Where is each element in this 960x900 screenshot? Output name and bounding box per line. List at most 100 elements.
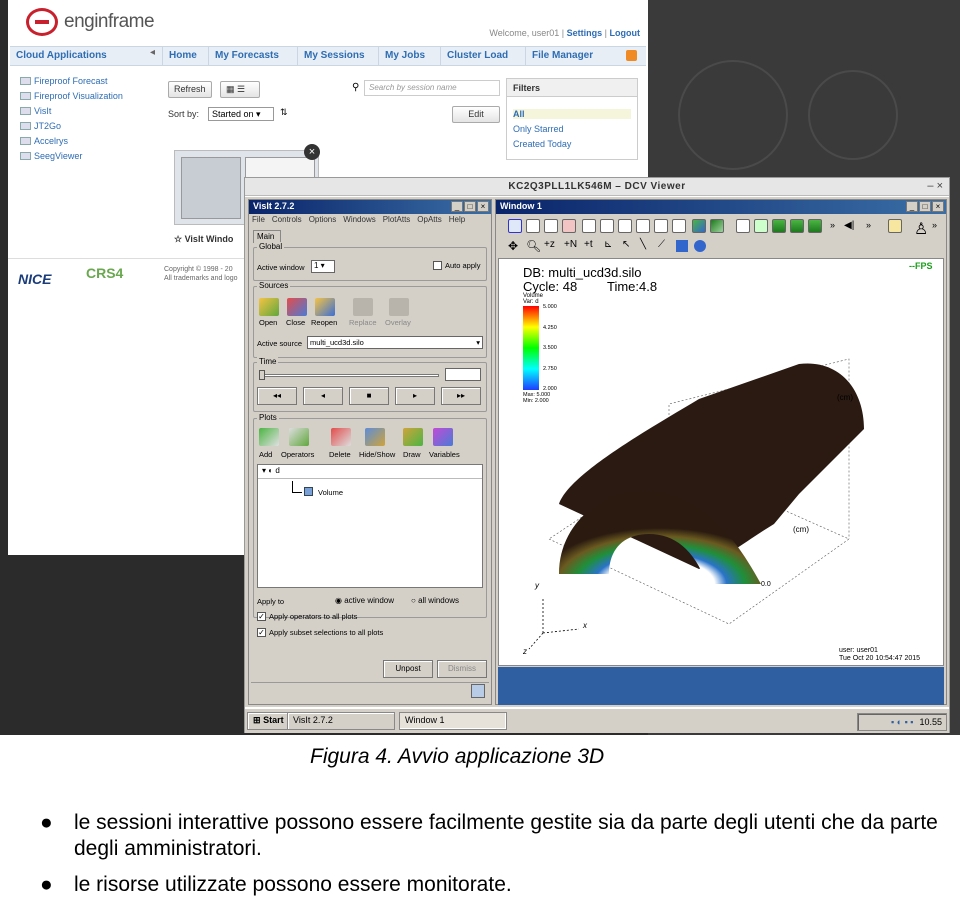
hide-show-button[interactable]: Hide/Show xyxy=(359,450,395,459)
toolbar-icon[interactable]: ♙ xyxy=(914,219,928,238)
tab-cluster-load[interactable]: Cluster Load xyxy=(440,47,514,65)
reopen-icon[interactable] xyxy=(315,298,335,316)
filter-created-today[interactable]: Created Today xyxy=(513,139,571,149)
sort-select[interactable]: Started on ▾ xyxy=(208,107,274,121)
close-icon[interactable]: × xyxy=(932,201,944,212)
toolbar-icon[interactable]: ↖ xyxy=(622,239,630,250)
variables-button[interactable]: Variables xyxy=(429,450,460,459)
window1-buttons[interactable]: _ □ × xyxy=(905,201,944,212)
output-indicator-icon[interactable] xyxy=(471,684,485,698)
zoom-icon[interactable]: 🔍︎ xyxy=(526,239,541,253)
list-view-icon[interactable]: ☰ xyxy=(237,84,245,94)
eye-icon[interactable]: ◐ xyxy=(268,466,273,475)
start-button[interactable]: ⊞ Start xyxy=(247,712,290,730)
unpost-button[interactable]: Unpost xyxy=(383,660,433,678)
plot-item-volume[interactable]: Volume xyxy=(318,488,343,497)
apply-subset-checkbox[interactable]: ✓ xyxy=(257,628,266,637)
plot-list[interactable]: ▾ ◐ d Volume xyxy=(257,464,483,588)
apply-operators-checkbox[interactable]: ✓ xyxy=(257,612,266,621)
grid-view-icon[interactable]: ▦ xyxy=(226,84,235,94)
toolbar-icon[interactable] xyxy=(676,240,688,252)
tab-my-jobs[interactable]: My Jobs xyxy=(378,47,431,65)
tab-home[interactable]: Home xyxy=(162,47,203,65)
active-window-select[interactable]: 1 ▾ xyxy=(311,260,335,273)
reverse-play-button[interactable]: ◂ xyxy=(303,387,343,405)
settings-link[interactable]: Settings xyxy=(567,28,603,38)
view-toggle[interactable]: ▦ ☰ xyxy=(220,81,260,98)
refresh-button[interactable]: Refresh xyxy=(168,81,212,98)
active-window-radio[interactable]: ◉ active window xyxy=(335,596,394,605)
step-back-button[interactable]: ◂◂ xyxy=(257,387,297,405)
time-slider-handle[interactable] xyxy=(259,370,265,380)
taskbar-item-visit[interactable]: VisIt 2.7.2 xyxy=(287,712,395,730)
menu-help[interactable]: Help xyxy=(449,215,465,224)
variables-icon[interactable] xyxy=(433,428,453,446)
toolbar-icon[interactable]: ╲ xyxy=(640,239,646,250)
menu-file[interactable]: File xyxy=(252,215,265,224)
tab-my-forecasts[interactable]: My Forecasts xyxy=(208,47,285,65)
minimize-icon[interactable]: _ xyxy=(451,201,463,212)
menu-windows[interactable]: Windows xyxy=(343,215,375,224)
layout-icon[interactable] xyxy=(654,219,668,233)
toolbar-icon[interactable] xyxy=(754,219,768,233)
sidebar-item-accelrys[interactable]: Accelrys xyxy=(20,136,68,146)
open-button[interactable]: Open xyxy=(259,318,277,327)
time-field[interactable] xyxy=(445,368,481,381)
render-canvas[interactable]: DB: multi_ucd3d.silo Cycle: 48 Time:4.8 … xyxy=(498,258,944,666)
operators-icon[interactable] xyxy=(289,428,309,446)
menu-opatts[interactable]: OpAtts xyxy=(417,215,441,224)
add-button[interactable]: Add xyxy=(259,450,272,459)
tray-icons[interactable]: ▪ ◐ ▪ ▪ xyxy=(891,717,914,727)
toolbar-icon[interactable] xyxy=(526,219,540,233)
time-slider[interactable] xyxy=(259,374,439,377)
toolbar-icon[interactable] xyxy=(808,219,822,233)
add-plot-icon[interactable] xyxy=(259,428,279,446)
minimize-icon[interactable]: _ xyxy=(906,201,918,212)
toolbar-icon[interactable] xyxy=(790,219,804,233)
open-icon[interactable] xyxy=(259,298,279,316)
toolbar-icon[interactable] xyxy=(710,219,724,233)
pick-icon[interactable]: +t xyxy=(584,239,593,250)
toolbar-icon[interactable]: ⟋ xyxy=(658,239,665,250)
window-controls[interactable]: – × xyxy=(927,180,943,192)
toolbar-icon[interactable] xyxy=(694,240,706,252)
toolbar-icon[interactable] xyxy=(736,219,750,233)
layout-icon[interactable] xyxy=(582,219,596,233)
sidebar-item-fireproof-visualization[interactable]: Fireproof Visualization xyxy=(20,91,123,101)
pick-icon[interactable]: +N xyxy=(564,239,577,250)
search-input[interactable]: Search by session name xyxy=(364,80,500,96)
toolbar-icon[interactable] xyxy=(508,219,522,233)
edit-button[interactable]: Edit xyxy=(452,106,500,123)
star-icon[interactable]: ☆ xyxy=(174,234,182,244)
toolbar-icon[interactable] xyxy=(562,219,576,233)
play-button[interactable]: ▸ xyxy=(395,387,435,405)
stop-button[interactable]: ■ xyxy=(349,387,389,405)
maximize-icon[interactable]: □ xyxy=(919,201,931,212)
close-icon[interactable]: × xyxy=(477,201,489,212)
more-icon[interactable]: » xyxy=(830,220,835,230)
navigate-icon[interactable]: ✥ xyxy=(508,239,518,253)
session-label[interactable]: ☆ VisIt Windo xyxy=(174,234,233,245)
step-forward-button[interactable]: ▸▸ xyxy=(441,387,481,405)
taskbar-item-window1[interactable]: Window 1 xyxy=(399,712,507,730)
all-windows-radio[interactable]: ○ all windows xyxy=(411,596,459,605)
toolbar-icon[interactable] xyxy=(544,219,558,233)
previous-icon[interactable]: ◀| xyxy=(844,220,854,231)
maximize-icon[interactable]: □ xyxy=(464,201,476,212)
sidebar-item-jt2go[interactable]: JT2Go xyxy=(20,121,61,131)
tab-my-sessions[interactable]: My Sessions xyxy=(297,47,371,65)
toolbar-icon[interactable]: ⊾ xyxy=(604,239,612,250)
sidebar-item-seegviewer[interactable]: SeegViewer xyxy=(20,151,82,161)
close-source-icon[interactable] xyxy=(287,298,307,316)
layout-icon[interactable] xyxy=(618,219,632,233)
menu-options[interactable]: Options xyxy=(309,215,337,224)
filter-only-starred[interactable]: Only Starred xyxy=(513,124,564,134)
layout-icon[interactable] xyxy=(672,219,686,233)
sort-order-icon[interactable]: ⇅ xyxy=(280,107,288,118)
toolbar-icon[interactable] xyxy=(692,219,706,233)
tab-file-manager[interactable]: File Manager xyxy=(525,47,599,65)
delete-button[interactable]: Delete xyxy=(329,450,351,459)
auto-apply-checkbox[interactable] xyxy=(433,261,442,270)
more-icon[interactable]: » xyxy=(932,220,937,230)
layout-icon[interactable] xyxy=(636,219,650,233)
